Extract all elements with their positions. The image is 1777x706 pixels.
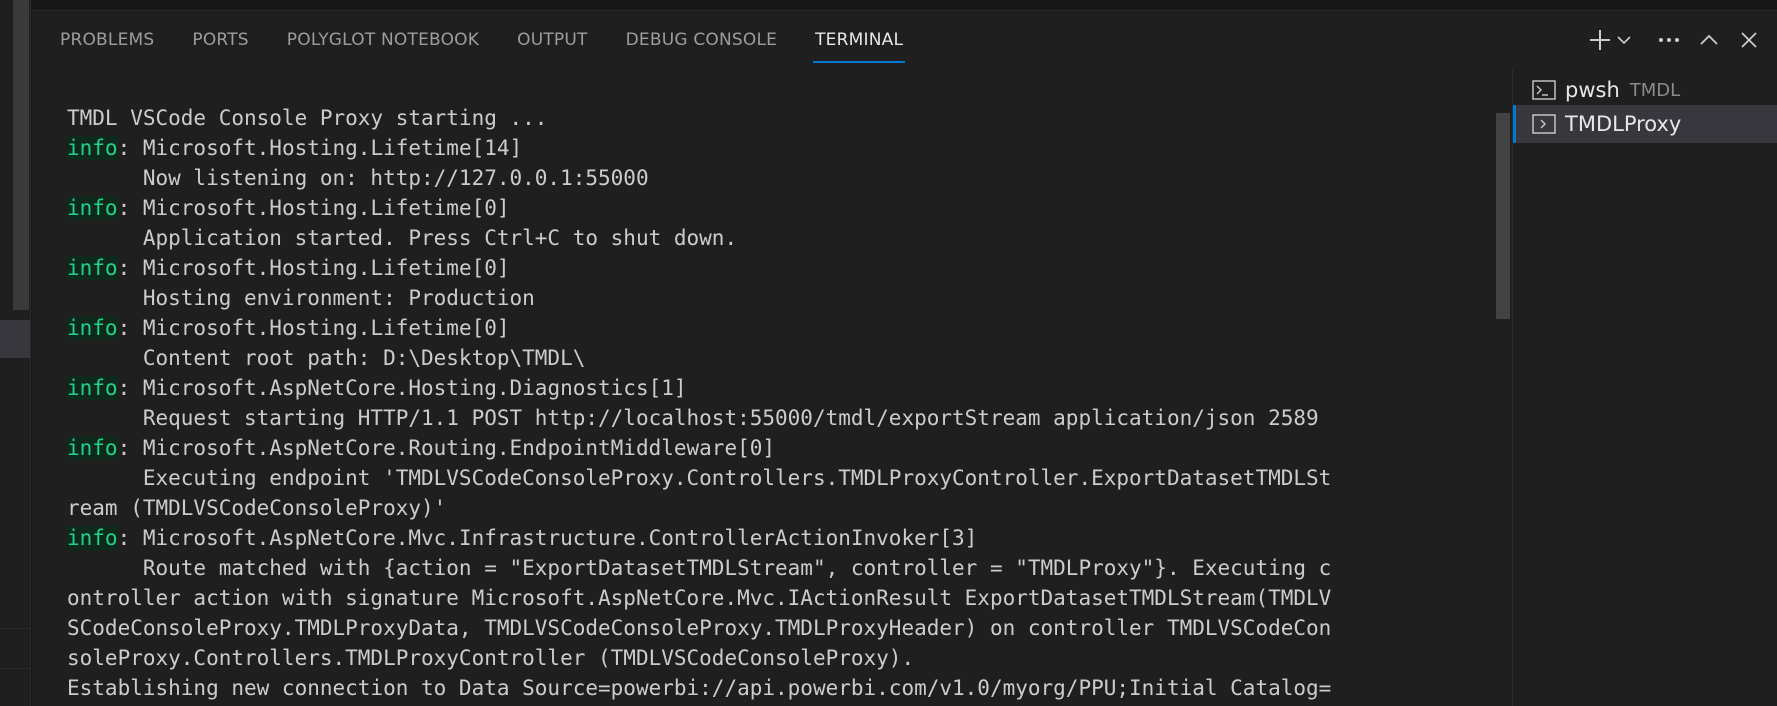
terminal-line-text: Hosting environment: Production: [67, 286, 535, 310]
terminal-item-label: pwsh: [1565, 78, 1620, 102]
tab-output[interactable]: OUTPUT: [517, 11, 588, 69]
terminal-line-text: Content root path: D:\Desktop\TMDL\: [67, 346, 586, 370]
new-terminal-button[interactable]: [1587, 25, 1613, 55]
terminal-line: Executing endpoint 'TMDLVSCodeConsolePro…: [67, 463, 1512, 493]
terminal-line: info: Microsoft.AspNetCore.Hosting.Diagn…: [67, 373, 1512, 403]
terminal-line-text: Establishing new connection to Data Sour…: [67, 676, 1332, 700]
log-level-label: info: [67, 196, 118, 220]
chevron-down-icon: [1617, 36, 1631, 45]
terminal-line: Now listening on: http://127.0.0.1:55000: [67, 163, 1512, 193]
terminal-line: ontroller action with signature Microsof…: [67, 583, 1512, 613]
terminal-line-text: Now listening on: http://127.0.0.1:55000: [67, 166, 649, 190]
terminal-line: SCodeConsoleProxy.TMDLProxyData, TMDLVSC…: [67, 613, 1512, 643]
ellipsis-icon: [1659, 38, 1679, 42]
terminal-line-text: soleProxy.Controllers.TMDLProxyControlle…: [67, 646, 915, 670]
terminal-line: soleProxy.Controllers.TMDLProxyControlle…: [67, 643, 1512, 673]
more-actions-button[interactable]: [1649, 25, 1689, 55]
terminal-line: Request starting HTTP/1.1 POST http://lo…: [67, 403, 1512, 433]
terminal-item-desc: TMDL: [1629, 79, 1681, 101]
log-level-label: info: [67, 136, 118, 160]
terminal-list: pwsh TMDL TMDLProxy: [1512, 69, 1777, 706]
editor-strip: [0, 0, 31, 706]
tab-ports[interactable]: PORTS: [192, 11, 248, 69]
terminal-line: info: Microsoft.AspNetCore.Routing.Endpo…: [67, 433, 1512, 463]
scrollbar-thumb[interactable]: [1496, 113, 1510, 319]
terminal-line: Route matched with {action = "ExportData…: [67, 553, 1512, 583]
terminal-profile-dropdown[interactable]: [1613, 25, 1635, 55]
terminal-line-text: SCodeConsoleProxy.TMDLProxyData, TMDLVSC…: [67, 616, 1332, 640]
terminal-line: Hosting environment: Production: [67, 283, 1512, 313]
terminal-line-text: : Microsoft.Hosting.Lifetime[0]: [117, 256, 510, 280]
terminal-line: TMDL VSCode Console Proxy starting ...: [67, 103, 1512, 133]
editor-selected-row[interactable]: [0, 320, 30, 358]
terminal-line: info: Microsoft.Hosting.Lifetime[14]: [67, 133, 1512, 163]
terminal-item-tmdlproxy[interactable]: TMDLProxy: [1513, 105, 1777, 143]
terminal-line: info: Microsoft.Hosting.Lifetime[0]: [67, 313, 1512, 343]
terminal-line: Establishing new connection to Data Sour…: [67, 673, 1512, 703]
terminal-item-pwsh[interactable]: pwsh TMDL: [1513, 71, 1777, 109]
terminal-line-text: : Microsoft.Hosting.Lifetime[14]: [117, 136, 523, 160]
bottom-panel: PROBLEMS PORTS POLYGLOT NOTEBOOK OUTPUT …: [32, 11, 1777, 706]
terminal-line-text: : Microsoft.AspNetCore.Hosting.Diagnosti…: [117, 376, 687, 400]
editor-scrollbar[interactable]: [13, 0, 29, 310]
terminal-line-text: : Microsoft.AspNetCore.Mvc.Infrastructur…: [117, 526, 978, 550]
terminal-line: Application started. Press Ctrl+C to shu…: [67, 223, 1512, 253]
divider: [0, 668, 30, 669]
tab-polyglot-notebook[interactable]: POLYGLOT NOTEBOOK: [287, 11, 479, 69]
terminal-icon: [1531, 78, 1557, 102]
terminal-line: info: Microsoft.Hosting.Lifetime[0]: [67, 253, 1512, 283]
log-level-label: info: [67, 316, 118, 340]
log-level-label: info: [67, 376, 118, 400]
terminal-scrollbar[interactable]: [1496, 101, 1510, 706]
terminal-output[interactable]: TMDL VSCode Console Proxy starting ... in…: [67, 103, 1512, 703]
chevron-up-icon: [1700, 34, 1718, 45]
terminal-line-text: Route matched with {action = "ExportData…: [67, 556, 1332, 580]
plus-icon: [1590, 30, 1610, 50]
terminal-line-text: : Microsoft.Hosting.Lifetime[0]: [117, 196, 510, 220]
terminal-line: info: Microsoft.AspNetCore.Mvc.Infrastru…: [67, 523, 1512, 553]
log-level-label: info: [67, 256, 118, 280]
panel-tabs: PROBLEMS PORTS POLYGLOT NOTEBOOK OUTPUT …: [32, 11, 909, 69]
log-level-label: info: [67, 436, 118, 460]
divider: [0, 628, 30, 629]
tab-debug-console[interactable]: DEBUG CONSOLE: [626, 11, 777, 69]
tab-problems[interactable]: PROBLEMS: [60, 11, 154, 69]
log-level-label: info: [67, 526, 118, 550]
terminal-line: ream (TMDLVSCodeConsoleProxy)': [67, 493, 1512, 523]
terminal-line-text: ontroller action with signature Microsof…: [67, 586, 1332, 610]
close-panel-button[interactable]: [1729, 25, 1769, 55]
tab-terminal[interactable]: TERMINAL: [813, 11, 906, 69]
maximize-panel-button[interactable]: [1689, 25, 1729, 55]
terminal-line-text: : Microsoft.AspNetCore.Routing.EndpointM…: [117, 436, 776, 460]
terminal-line-text: Executing endpoint 'TMDLVSCodeConsolePro…: [67, 466, 1332, 490]
terminal-line-text: TMDL VSCode Console Proxy starting ...: [67, 106, 548, 130]
terminal-line: info: Microsoft.Hosting.Lifetime[0]: [67, 193, 1512, 223]
terminal-item-label: TMDLProxy: [1565, 112, 1682, 136]
vscode-window: PROBLEMS PORTS POLYGLOT NOTEBOOK OUTPUT …: [0, 0, 1777, 706]
close-icon: [1741, 32, 1757, 48]
terminal-icon: [1531, 112, 1557, 136]
terminal-line-text: Application started. Press Ctrl+C to shu…: [67, 226, 738, 250]
terminal-line-text: ream (TMDLVSCodeConsoleProxy)': [67, 496, 447, 520]
terminal-line-text: : Microsoft.Hosting.Lifetime[0]: [117, 316, 510, 340]
terminal-line-text: Request starting HTTP/1.1 POST http://lo…: [67, 406, 1319, 430]
panel-actions: [1587, 11, 1777, 69]
terminal-line: Content root path: D:\Desktop\TMDL\: [67, 343, 1512, 373]
